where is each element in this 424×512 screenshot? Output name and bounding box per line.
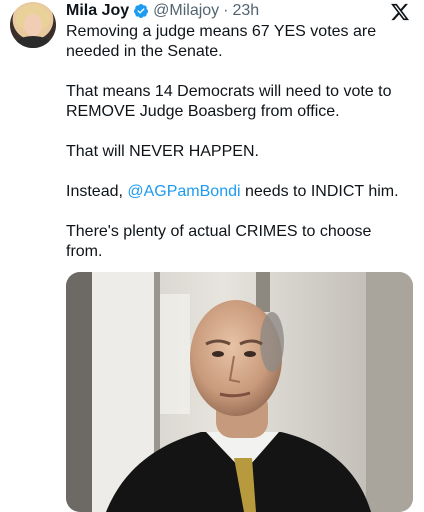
tweet-time[interactable]: 23h (233, 2, 260, 20)
separator-dot: · (223, 2, 229, 19)
tweet-header: Mila Joy @Milajoy · 23h (66, 0, 259, 22)
tweet-paragraph: That will NEVER HAPPEN. (66, 143, 259, 160)
x-logo-icon[interactable] (390, 2, 410, 22)
tweet-paragraph: There's plenty of actual CRIMES to choos… (66, 223, 372, 260)
author-handle[interactable]: @Milajoy (153, 2, 219, 20)
tweet-media-image[interactable] (66, 272, 413, 512)
text-segment: Instead, (66, 183, 128, 200)
author-name[interactable]: Mila Joy (66, 2, 129, 20)
avatar-face (24, 14, 42, 36)
text-segment: needs to INDICT him. (240, 183, 399, 200)
verified-badge-icon (134, 4, 149, 18)
mention-link[interactable]: @AGPamBondi (127, 183, 240, 200)
tweet-paragraph: Instead, @AGPamBondi needs to INDICT him… (66, 182, 411, 202)
tweet-paragraph: That means 14 Democrats will need to vot… (66, 83, 392, 120)
avatar-body (14, 36, 52, 48)
tweet-paragraph: Removing a judge means 67 YES votes are … (66, 23, 377, 60)
judge-photo (66, 272, 413, 512)
tweet-text: Removing a judge means 67 YES votes are … (66, 22, 411, 282)
author-avatar[interactable] (10, 2, 56, 48)
